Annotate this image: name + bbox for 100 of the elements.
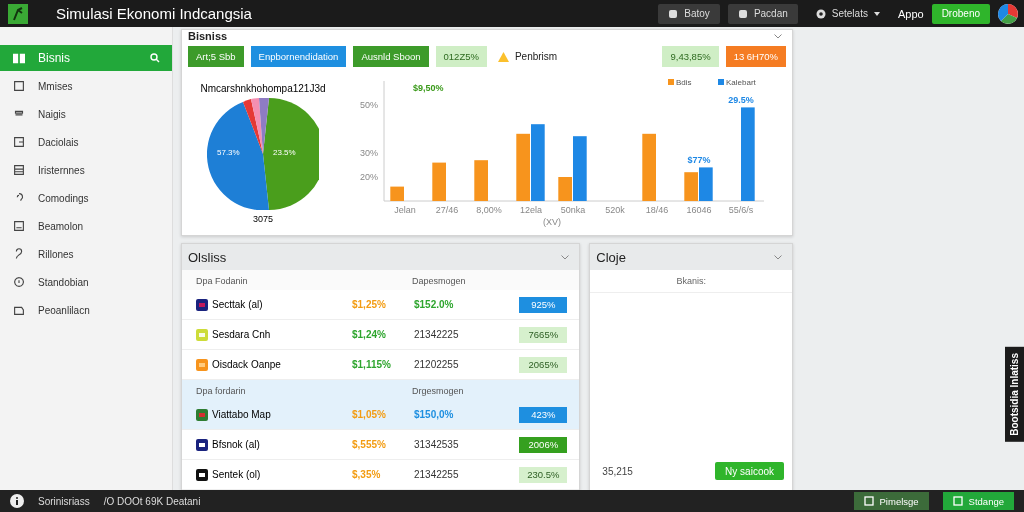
sidebar-item[interactable]: Mmises (0, 73, 172, 99)
menu-item-icon (12, 219, 26, 233)
panel-title: Olsliss (188, 249, 227, 265)
panel-subtitle: Bkanis: (676, 276, 706, 286)
axis-tick-label: 20% (360, 172, 378, 182)
column-header: Drgesmogen (412, 386, 464, 398)
chevron-icon[interactable] (774, 33, 782, 39)
axis-tick-label: 50% (360, 100, 378, 110)
window-title: Simulasi Ekonomi Indcangsia (56, 5, 252, 22)
column-header: Dapesmogen (412, 276, 466, 288)
menu-item-icon (12, 79, 26, 93)
table-cell-text: Sentek (ol) (212, 469, 262, 480)
table-cell-text: Bfsnok (al) (212, 439, 261, 450)
avatar-icon[interactable] (998, 3, 1018, 24)
sidebar-item[interactable]: Standobian (0, 269, 172, 295)
value-annotation: 29.5% (728, 95, 754, 106)
table-cell-text: 21342225 (414, 329, 460, 340)
table-cell-text: $150,0% (414, 409, 455, 420)
column-header: Dpa fordarin (196, 386, 247, 398)
chevron-icon[interactable] (561, 254, 570, 260)
table-cell-text: $152.0% (414, 299, 455, 310)
toolbar-button[interactable]: Pacdan (727, 3, 798, 24)
table-row[interactable]: Bfsnok (al) $,555% 31342535 2006% (182, 430, 580, 460)
menu-item-icon (12, 275, 26, 289)
toolbar-button[interactable]: Batoy (658, 3, 720, 24)
company-icon (196, 358, 208, 371)
table-cell-text: Oisdack Oanpe (212, 359, 282, 370)
company-icon (196, 468, 208, 481)
menu-item-icon (12, 163, 26, 177)
table-row[interactable]: Oisdack Oanpe $1,115% 21202255 2065% (182, 350, 580, 380)
axis-tick-label: 27/46 (435, 205, 459, 215)
axis-tick-label: Jelan (394, 205, 416, 215)
settings-menu[interactable]: Setelats (805, 3, 890, 24)
company-icon (196, 438, 208, 451)
sidebar-item[interactable]: Beamolon (0, 213, 172, 239)
table-row[interactable]: Viattabo Map $1,05% $150,0% 423% (182, 400, 580, 430)
caret-icon (873, 11, 880, 16)
filter-chip[interactable]: Ausnld Sboon (353, 46, 429, 67)
filter-chip[interactable]: 9,43,85% (662, 46, 719, 67)
bar (699, 167, 713, 201)
percent-badge: 7665% (519, 326, 568, 343)
percent-badge: 230.5% (519, 466, 568, 483)
axis-label: (XV) (543, 217, 561, 227)
table-cell-text: $1,115% (352, 359, 392, 370)
axis-tick-label: 50nka (560, 205, 586, 215)
bar (684, 172, 698, 201)
percent-badge: 925% (519, 296, 568, 313)
status-info: /O DOOt 69K Deatani (103, 495, 201, 507)
percent-badge: 2006% (519, 436, 568, 453)
bar (432, 162, 446, 201)
status-button[interactable]: Pimelsge (853, 492, 929, 510)
filter-chip[interactable]: Art;5 Sbb (188, 46, 244, 67)
slice-label: 23.5% (273, 148, 296, 157)
table-cell-text: 31342535 (414, 439, 460, 450)
warning-label: Penbrism (497, 51, 558, 62)
table-cell-text: 21342255 (414, 469, 460, 480)
axis-tick-label: 16046 (686, 205, 712, 215)
sidebar-item[interactable]: Comodings (0, 185, 172, 211)
table-row[interactable]: Sentek (ol) $,35% 21342255 230.5% (182, 460, 580, 490)
company-icon (196, 408, 208, 421)
table-cell-text: Secttak (al) (212, 299, 264, 310)
total-value: 35,215 (602, 465, 633, 477)
table-row[interactable]: Secttak (al) $1,25% $152.0% 925% (182, 290, 580, 320)
sidebar-item[interactable]: Peoanlilacn (0, 297, 172, 323)
filter-chip[interactable]: 012Z5% (435, 46, 487, 67)
info-icon (10, 494, 24, 508)
square-icon (863, 496, 874, 506)
legend-label: Bdis (676, 78, 692, 87)
sidebar-item[interactable]: Rillones (0, 241, 172, 267)
table-cell-text: $1,24% (352, 329, 387, 340)
axis-tick-label: 55/6/s (728, 205, 754, 215)
panel-title: Cloje (596, 249, 626, 265)
settings-icon (815, 8, 826, 19)
bar (474, 160, 488, 201)
sidebar-item[interactable]: Naigis (0, 101, 172, 127)
chevron-icon[interactable] (774, 254, 782, 260)
bar (642, 133, 656, 201)
axis-tick-label: 30% (360, 148, 378, 158)
warning-icon (497, 51, 509, 62)
table-cell-text: $1,25% (352, 299, 387, 310)
value-annotation: $77% (687, 155, 711, 166)
value-annotation: $9,50% (413, 83, 444, 93)
side-tab[interactable]: Bootsidia lnlatiss (1005, 347, 1024, 442)
sidebar-item[interactable]: Iristernnes (0, 157, 172, 183)
table-row[interactable]: Sesdara Cnh $1,24% 21342225 7665% (182, 320, 580, 350)
table-cell-text: $,35% (352, 469, 382, 480)
table-cell-text: Viattabo Map (212, 409, 272, 420)
axis-tick-label: 18/46 (645, 205, 669, 215)
sidebar-item[interactable]: Daciolais (0, 129, 172, 155)
column-header: Dpa Fodanin (196, 276, 249, 288)
axis-tick-label: 8,00% (476, 205, 502, 215)
company-icon (196, 298, 208, 311)
company-icon (196, 328, 208, 341)
percent-badge: 2065% (519, 356, 568, 373)
legend-item: Bdis (668, 78, 692, 87)
search-icon[interactable] (150, 53, 160, 63)
table-cell-text: 21202255 (414, 359, 460, 370)
status-label: Sorinisriass (38, 495, 90, 507)
table-cell-text: $1,05% (352, 409, 387, 420)
square-icon (668, 8, 679, 19)
